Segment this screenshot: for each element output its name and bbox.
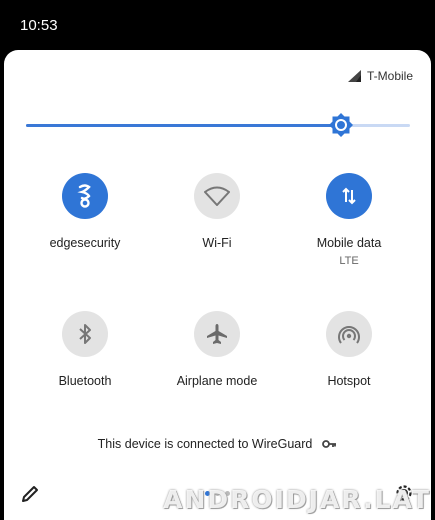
- status-bar: 10:53: [0, 0, 435, 50]
- quick-settings-panel: T-Mobile edgesecurity Wi-Fi Mobile data …: [4, 50, 431, 520]
- tile-bluetooth[interactable]: Bluetooth: [15, 311, 155, 388]
- brightness-fill: [26, 124, 341, 127]
- tile-vpn[interactable]: edgesecurity: [15, 173, 155, 250]
- brightness-slider[interactable]: [26, 113, 410, 137]
- tile-wifi-label: Wi-Fi: [202, 236, 232, 250]
- carrier-name: T-Mobile: [366, 69, 413, 83]
- tile-mobile-data-label: Mobile data: [316, 236, 382, 250]
- tile-mobile-data[interactable]: Mobile data LTE: [279, 173, 419, 267]
- tile-vpn-button[interactable]: [62, 173, 108, 219]
- tile-mobile-data-button[interactable]: [326, 173, 372, 219]
- tile-vpn-label: edgesecurity: [49, 236, 121, 250]
- vpn-status-note[interactable]: This device is connected to WireGuard: [4, 437, 431, 451]
- signal-icon: [347, 70, 361, 82]
- vpn-status-text: This device is connected to WireGuard: [97, 437, 313, 451]
- tile-wifi[interactable]: Wi-Fi: [147, 173, 287, 250]
- tile-bluetooth-button[interactable]: [62, 311, 108, 357]
- status-time: 10:53: [20, 17, 58, 34]
- tile-mobile-data-sub: LTE: [339, 255, 359, 267]
- watermark: ANDROIDJAR.LAT: [163, 485, 431, 514]
- airplane-icon: [207, 324, 227, 344]
- bluetooth-icon: [79, 324, 91, 344]
- tile-airplane-button[interactable]: [194, 311, 240, 357]
- tile-hotspot-button[interactable]: [326, 311, 372, 357]
- key-icon: [322, 440, 337, 448]
- mobile-data-icon: [342, 187, 356, 205]
- tile-hotspot-label: Hotspot: [327, 374, 371, 388]
- hotspot-icon: [338, 326, 360, 344]
- tile-wifi-button[interactable]: [194, 173, 240, 219]
- tile-hotspot[interactable]: Hotspot: [279, 311, 419, 388]
- tile-airplane-label: Airplane mode: [176, 374, 258, 388]
- tile-bluetooth-label: Bluetooth: [58, 374, 112, 388]
- tile-airplane[interactable]: Airplane mode: [147, 311, 287, 388]
- brightness-icon[interactable]: [328, 112, 354, 138]
- carrier-indicator: T-Mobile: [347, 69, 413, 83]
- vpn-key-icon: [77, 184, 91, 208]
- wifi-icon: [204, 186, 230, 206]
